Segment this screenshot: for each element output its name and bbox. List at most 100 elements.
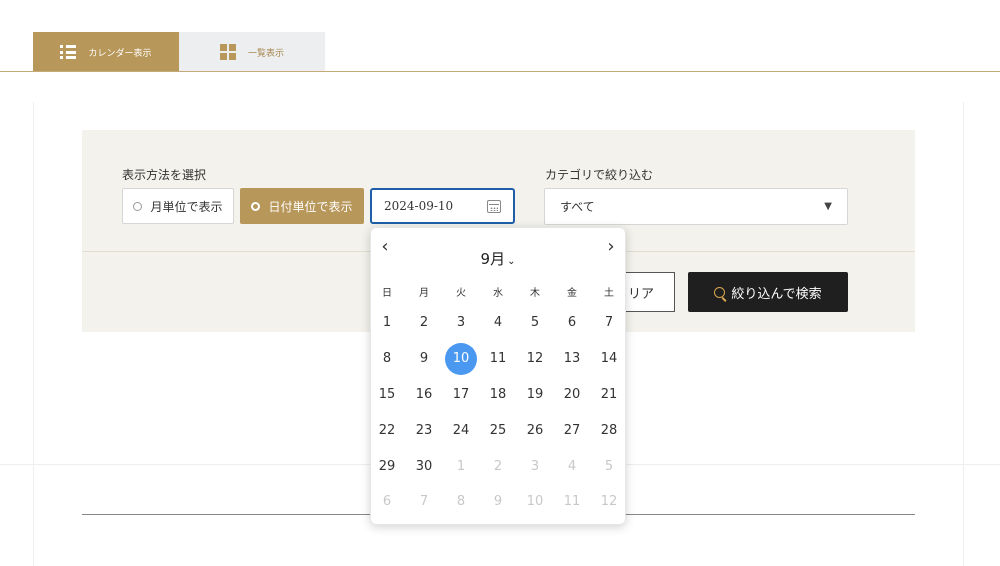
day-number: 22	[378, 422, 396, 438]
day-number: 18	[489, 386, 507, 402]
calendar-icon[interactable]	[487, 199, 501, 213]
day-cell[interactable]: 18	[480, 377, 517, 413]
tab-calendar-view[interactable]: カレンダー表示	[33, 32, 179, 72]
clear-button-label: リア	[627, 286, 654, 302]
day-number: 17	[452, 386, 470, 402]
day-cell-selected[interactable]: 10	[443, 341, 480, 377]
day-cell[interactable]: 7	[591, 305, 628, 341]
day-number: 12	[600, 494, 618, 510]
date-input[interactable]: 2024-09-10	[370, 188, 515, 224]
radio-label: 月単位で表示	[150, 199, 223, 214]
day-cell[interactable]: 2	[480, 448, 517, 484]
chevron-down-icon: ⌄	[507, 256, 516, 267]
day-cell[interactable]: 25	[480, 412, 517, 448]
day-cell[interactable]: 11	[554, 484, 591, 520]
day-cell[interactable]: 30	[406, 448, 443, 484]
weekday-label: 月	[419, 288, 429, 299]
day-cell[interactable]: 11	[480, 341, 517, 377]
day-cell[interactable]: 16	[406, 377, 443, 413]
day-cell[interactable]: 27	[554, 412, 591, 448]
day-number: 5	[530, 315, 540, 331]
day-cell[interactable]: 6	[369, 484, 406, 520]
month-label: 9月	[480, 250, 506, 268]
day-cell[interactable]: 19	[517, 377, 554, 413]
day-cell[interactable]: 9	[480, 484, 517, 520]
day-number: 9	[419, 351, 429, 367]
day-number: 27	[563, 422, 581, 438]
day-cell[interactable]: 15	[369, 377, 406, 413]
day-cell[interactable]: 23	[406, 412, 443, 448]
tab-label: 一覧表示	[247, 48, 284, 59]
tab-list-view[interactable]: 一覧表示	[179, 32, 325, 72]
day-cell[interactable]: 5	[517, 305, 554, 341]
day-cell[interactable]: 1	[443, 448, 480, 484]
day-cell[interactable]: 10	[517, 484, 554, 520]
day-number: 14	[600, 351, 618, 367]
day-cell[interactable]: 22	[369, 412, 406, 448]
weekday-label: 火	[456, 288, 466, 299]
day-cell[interactable]: 24	[443, 412, 480, 448]
day-cell[interactable]: 4	[554, 448, 591, 484]
weekday-label: 土	[604, 288, 614, 299]
day-cell[interactable]: 8	[369, 341, 406, 377]
day-number: 16	[415, 386, 433, 402]
day-number: 1	[456, 458, 466, 474]
day-cell[interactable]: 5	[591, 448, 628, 484]
day-cell[interactable]: 6	[554, 305, 591, 341]
day-number: 6	[567, 315, 577, 331]
day-grid: 1 2 3 4 5 6 7 8 9 10 11 12 13 14 15 16 17 18 19 20 21 22 23 24 2…	[371, 305, 625, 520]
day-cell[interactable]: 8	[443, 484, 480, 520]
day-number: 26	[526, 422, 544, 438]
radio-circle-icon	[133, 201, 143, 211]
day-cell[interactable]: 21	[591, 377, 628, 413]
day-number: 15	[378, 386, 396, 402]
day-cell[interactable]: 20	[554, 377, 591, 413]
category-selected-value: すべて	[560, 200, 595, 214]
day-number: 2	[419, 315, 429, 331]
month-selector[interactable]: 9月 ⌄	[371, 248, 625, 269]
date-value: 2024-09-10	[384, 199, 454, 213]
day-number: 11	[563, 494, 581, 510]
day-cell[interactable]: 17	[443, 377, 480, 413]
day-cell[interactable]: 29	[369, 448, 406, 484]
weekday-label: 木	[530, 288, 540, 299]
view-tabs: カレンダー表示 一覧表示	[33, 32, 325, 72]
day-cell[interactable]: 1	[369, 305, 406, 341]
day-number: 7	[419, 494, 429, 510]
weekday-label: 金	[567, 288, 577, 299]
search-icon	[714, 286, 726, 298]
day-cell[interactable]: 9	[406, 341, 443, 377]
day-number: 3	[456, 315, 466, 331]
weekday-label: 水	[493, 288, 503, 299]
list-icon	[60, 45, 77, 59]
day-number: 11	[489, 351, 507, 367]
day-cell[interactable]: 3	[443, 305, 480, 341]
day-cell[interactable]: 3	[517, 448, 554, 484]
day-cell[interactable]: 4	[480, 305, 517, 341]
day-cell[interactable]: 13	[554, 341, 591, 377]
day-cell[interactable]: 26	[517, 412, 554, 448]
radio-daily-view[interactable]: 日付単位で表示	[240, 188, 364, 224]
day-cell[interactable]: 2	[406, 305, 443, 341]
day-number: 5	[604, 458, 614, 474]
next-month-button[interactable]: ›	[601, 236, 621, 260]
radio-circle-icon	[251, 201, 261, 211]
day-cell[interactable]: 14	[591, 341, 628, 377]
day-number: 24	[452, 422, 470, 438]
day-number: 4	[493, 315, 503, 331]
day-number: 6	[382, 494, 392, 510]
day-cell[interactable]: 7	[406, 484, 443, 520]
day-cell[interactable]: 28	[591, 412, 628, 448]
category-select[interactable]: すべて ▼	[544, 188, 848, 225]
tab-label: カレンダー表示	[88, 48, 152, 59]
day-number: 13	[563, 351, 581, 367]
day-number: 4	[567, 458, 577, 474]
day-cell[interactable]: 12	[517, 341, 554, 377]
day-cell[interactable]: 12	[591, 484, 628, 520]
weekday-label: 日	[382, 288, 392, 299]
day-number: 10	[526, 494, 544, 510]
day-number: 28	[600, 422, 618, 438]
search-button[interactable]: 絞り込んで検索	[688, 272, 848, 312]
day-number: 8	[382, 351, 392, 367]
radio-monthly-view[interactable]: 月単位で表示	[122, 188, 234, 224]
